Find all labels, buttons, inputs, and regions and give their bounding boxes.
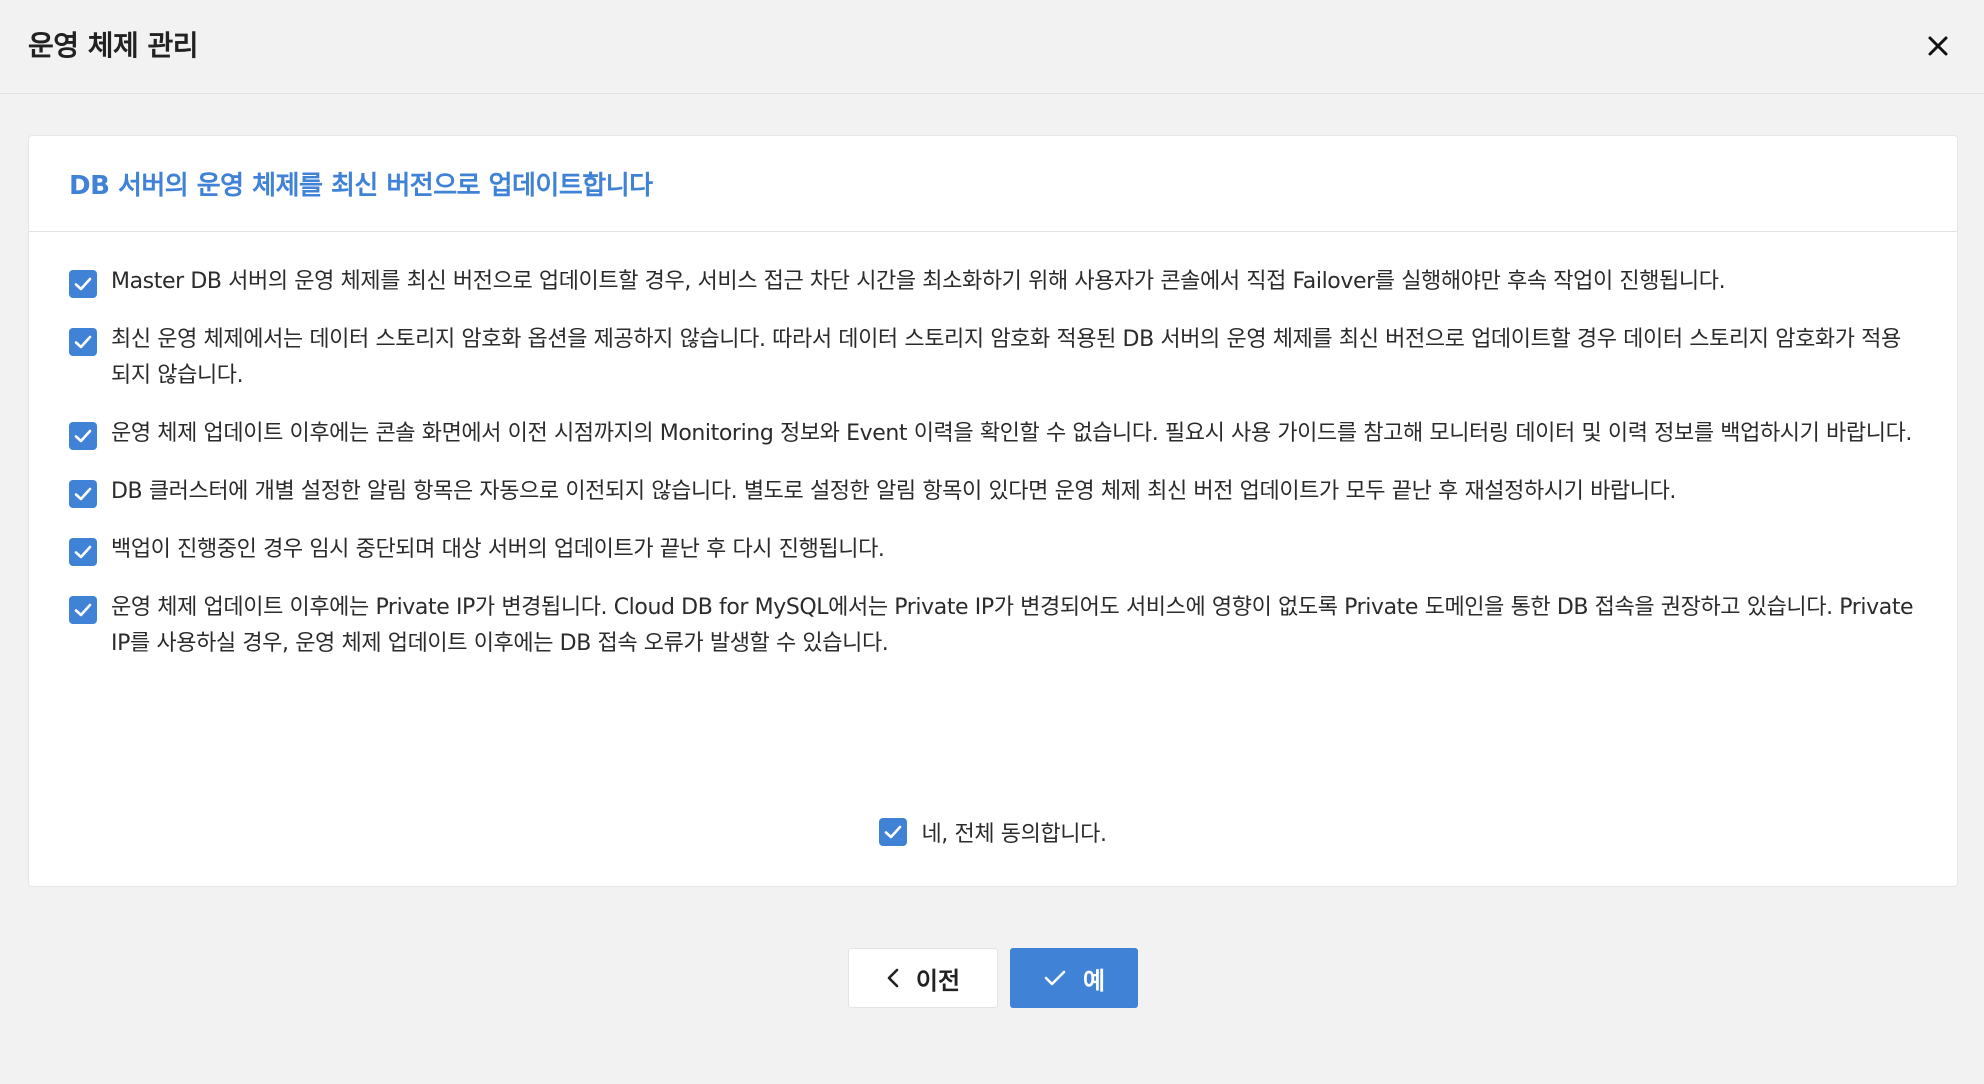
- check-icon: [74, 487, 92, 501]
- notice-panel: DB 서버의 운영 체제를 최신 버전으로 업데이트합니다 Master DB …: [28, 135, 1958, 887]
- dialog-title: 운영 체제 관리: [28, 29, 199, 62]
- chevron-left-icon: [886, 967, 900, 989]
- check-icon: [74, 277, 92, 291]
- notice-item-alerts: DB 클러스터에 개별 설정한 알림 항목은 자동으로 이전되지 않습니다. 별…: [69, 478, 1917, 510]
- dialog-header: 운영 체제 관리: [0, 0, 1984, 94]
- notice-checkbox[interactable]: [69, 480, 97, 508]
- check-icon: [74, 603, 92, 617]
- check-icon: [885, 825, 902, 839]
- check-icon: [74, 429, 92, 443]
- notice-item-encryption: 최신 운영 체제에서는 데이터 스토리지 암호화 옵션을 제공하지 않습니다. …: [69, 326, 1917, 394]
- check-icon: [74, 335, 92, 349]
- notice-checkbox[interactable]: [69, 328, 97, 356]
- check-icon: [74, 545, 92, 559]
- notice-text: 운영 체제 업데이트 이후에는 콘솔 화면에서 이전 시점까지의 Monitor…: [111, 421, 1913, 446]
- notice-checkbox[interactable]: [69, 270, 97, 298]
- check-icon: [1043, 968, 1067, 988]
- close-button[interactable]: [1920, 28, 1956, 64]
- agree-all-label: 네, 전체 동의합니다.: [921, 822, 1107, 847]
- yes-button[interactable]: 예: [1010, 948, 1138, 1008]
- panel-header: DB 서버의 운영 체제를 최신 버전으로 업데이트합니다: [29, 136, 1957, 232]
- notice-checkbox[interactable]: [69, 422, 97, 450]
- prev-button[interactable]: 이전: [848, 948, 998, 1008]
- notice-checkbox[interactable]: [69, 596, 97, 624]
- notice-item-failover: Master DB 서버의 운영 체제를 최신 버전으로 업데이트할 경우, 서…: [69, 268, 1917, 300]
- agree-all-checkbox[interactable]: [879, 818, 908, 846]
- notice-item-private-ip: 운영 체제 업데이트 이후에는 Private IP가 변경됩니다. Cloud…: [69, 594, 1917, 662]
- notice-item-backup: 백업이 진행중인 경우 임시 중단되며 대상 서버의 업데이트가 끝난 후 다시…: [69, 536, 1917, 568]
- notice-text: 최신 운영 체제에서는 데이터 스토리지 암호화 옵션을 제공하지 않습니다. …: [111, 327, 1901, 388]
- yes-button-label: 예: [1082, 966, 1106, 995]
- notice-text: DB 클러스터에 개별 설정한 알림 항목은 자동으로 이전되지 않습니다. 별…: [111, 479, 1677, 504]
- notice-text: 운영 체제 업데이트 이후에는 Private IP가 변경됩니다. Cloud…: [111, 595, 1914, 656]
- prev-button-label: 이전: [915, 966, 961, 995]
- panel-subtitle: DB 서버의 운영 체제를 최신 버전으로 업데이트합니다: [69, 171, 653, 201]
- notice-item-monitoring: 운영 체제 업데이트 이후에는 콘솔 화면에서 이전 시점까지의 Monitor…: [69, 420, 1917, 452]
- notice-text: 백업이 진행중인 경우 임시 중단되며 대상 서버의 업데이트가 끝난 후 다시…: [111, 537, 885, 562]
- notice-list: Master DB 서버의 운영 체제를 최신 버전으로 업데이트할 경우, 서…: [29, 232, 1957, 662]
- close-icon: [1928, 36, 1948, 56]
- notice-checkbox[interactable]: [69, 538, 97, 566]
- notice-text: Master DB 서버의 운영 체제를 최신 버전으로 업데이트할 경우, 서…: [111, 269, 1726, 294]
- agree-all[interactable]: 네, 전체 동의합니다.: [29, 816, 1957, 848]
